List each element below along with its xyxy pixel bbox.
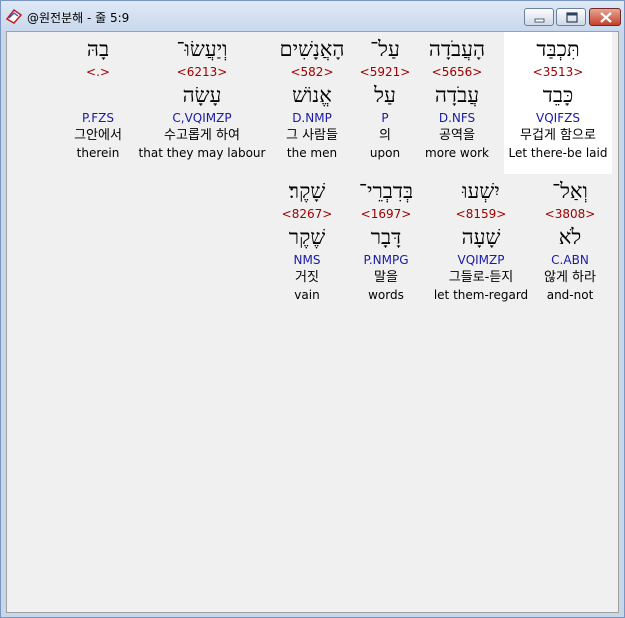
strong-number[interactable]: <.> [74,64,122,80]
strong-number[interactable]: <8267> [282,206,333,222]
korean-gloss: 그안에서 [74,128,122,143]
strong-number[interactable]: <3808> [544,206,596,222]
word-cell[interactable]: תִּכְבַּד <3513> כָּבֵד VQIFZS 무겁게 함으로 L… [509,34,608,161]
strong-number[interactable]: <5656> [425,64,489,80]
hebrew-word: הָאֲנָשִׁים [279,37,345,61]
english-gloss: more work [425,146,489,160]
morph-code: P.FZS [82,111,114,125]
strong-number[interactable]: <3513> [509,64,608,80]
english-gloss: that they may labour [138,146,266,160]
morph-code: VQIMZP [457,253,505,267]
lexical-form: כָּבֵד [542,83,574,107]
morph-code: D.NFS [438,111,476,125]
lexical-form: עַל [374,83,396,107]
morph-code: C,VQIMZP [172,111,232,125]
app-icon [5,8,23,24]
minimize-icon [534,18,545,23]
hebrew-word: תִּכְבַּד [536,37,580,61]
app-window: @원전분해 - 줄 5:9 תִּכְבַּד <3513> כָּבֵד VQ… [0,0,625,618]
minimize-button[interactable] [524,8,554,26]
hebrew-word: וְיַעֲשׂוּ־ [176,37,228,61]
korean-gloss: 거짓 [295,270,319,285]
english-gloss: vain [294,288,320,302]
korean-gloss: 공역을 [439,128,475,143]
title-bar[interactable]: @원전분해 - 줄 5:9 [1,1,624,31]
english-gloss: Let there-be laid [508,146,608,160]
korean-gloss: 무겁게 함으로 [520,128,596,143]
strong-number[interactable]: <582> [280,64,345,80]
hebrew-word: שָׁקֶר׃ [288,179,326,203]
lexical-form: דָּבָר [370,225,402,249]
korean-gloss: 수고롭게 하여 [164,128,240,143]
word-cell[interactable]: עַל־ <5921> עַל P 의 upon [360,34,411,161]
lexical-form: אֱנוֹשׁ [292,83,332,107]
morph-code: NMS [293,253,321,267]
word-cell[interactable]: בָהּ <.> P.FZS 그안에서 therein [74,34,122,161]
word-cell[interactable]: וְאַל־ <3808> לֹא C.ABN 않게 하라 and-not [544,176,596,303]
close-button[interactable] [589,8,621,26]
korean-gloss: 말을 [374,270,398,285]
korean-gloss: 그들로-듣지 [448,270,514,285]
hebrew-word: עַל־ [370,37,400,61]
strong-number[interactable]: <8159> [434,206,528,222]
korean-gloss: 그 사람들 [286,128,338,143]
lexical-form: שָׁעָה [461,225,501,249]
lexical-form: עֲבֹדָה [434,83,480,107]
strong-number[interactable]: <6213> [139,64,266,80]
korean-gloss: 않게 하라 [544,270,596,285]
word-cell[interactable]: יִשְׁעוּ <8159> שָׁעָה VQIMZP 그들로-듣지 let… [434,176,528,303]
english-gloss: words [368,288,404,302]
hebrew-word: הָעֲבֹדָה [428,37,486,61]
english-gloss: upon [369,146,401,160]
lexical-form: עָשָׂה [182,83,222,107]
lexical-form: לֹא [558,225,582,249]
word-cell[interactable]: בְּדִבְרֵי־ <1697> דָּבָר P.NMPG 말을 word… [359,176,413,303]
hebrew-word: בָהּ [86,37,110,61]
word-cell[interactable]: שָׁקֶר׃ <8267> שֶׁקֶר NMS 거짓 vain [282,176,333,303]
korean-gloss: 의 [379,128,391,143]
morph-code: C.ABN [551,253,589,267]
interlinear-panel: תִּכְבַּד <3513> כָּבֵד VQIFZS 무겁게 함으로 L… [6,31,619,613]
morph-code: VQIFZS [536,111,580,125]
english-gloss: the men [286,146,338,160]
close-icon [600,12,612,23]
strong-number[interactable]: <1697> [359,206,413,222]
hebrew-word: בְּדִבְרֵי־ [358,179,414,203]
lexical-form [74,80,122,110]
english-gloss: therein [76,146,120,160]
strong-number[interactable]: <5921> [360,64,411,80]
hebrew-word: וְאַל־ [552,179,588,203]
morph-code: P [381,111,389,125]
window-title: @원전분해 - 줄 5:9 [27,11,130,25]
morph-code: P.NMPG [363,253,409,267]
maximize-button[interactable] [556,8,586,26]
word-cell[interactable]: וְיַעֲשׂוּ־ <6213> עָשָׂה C,VQIMZP 수고롭게 … [139,34,266,161]
word-cell[interactable]: הָעֲבֹדָה <5656> עֲבֹדָה D.NFS 공역을 more … [425,34,489,161]
hebrew-word: יִשְׁעוּ [462,179,500,203]
english-gloss: and-not [546,288,594,302]
maximize-icon [566,12,578,23]
morph-code: D.NMP [292,111,332,125]
lexical-form: שֶׁקֶר [288,225,326,249]
word-cell[interactable]: הָאֲנָשִׁים <582> אֱנוֹשׁ D.NMP 그 사람들 th… [280,34,345,161]
english-gloss: let them-regard [433,288,529,302]
